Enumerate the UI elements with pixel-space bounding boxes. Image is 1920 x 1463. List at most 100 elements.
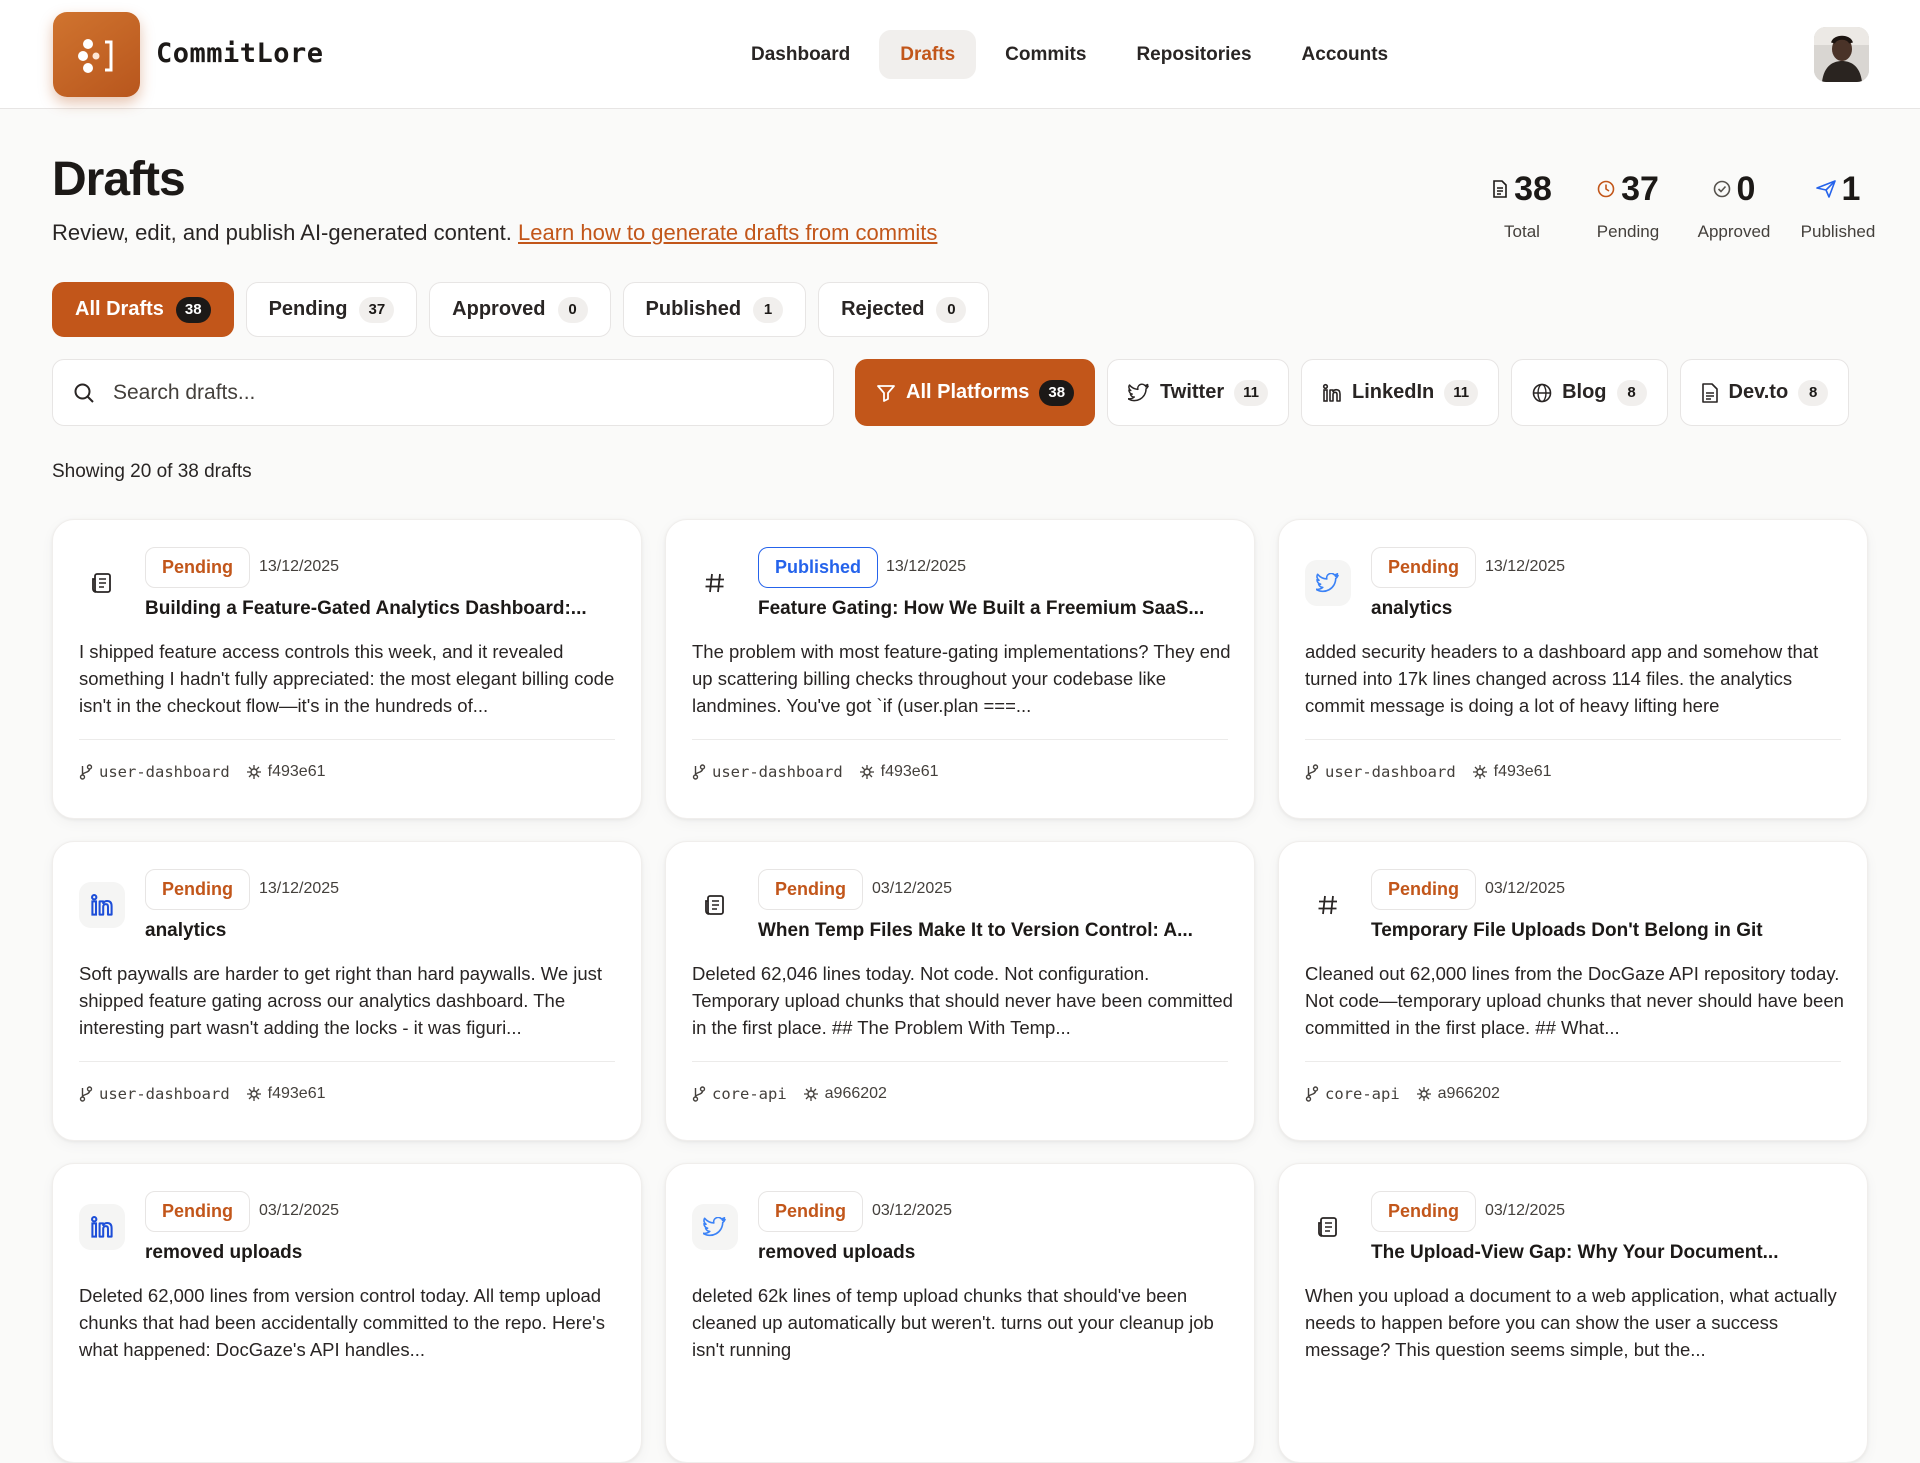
nav-repositories[interactable]: Repositories (1115, 30, 1272, 79)
platform-devto[interactable]: Dev.to 8 (1679, 359, 1850, 426)
draft-meta: user-dashboard f493e61 (692, 763, 939, 781)
stat-total-value: 38 (1514, 169, 1552, 208)
tab-label: Published (645, 298, 742, 320)
draft-title[interactable]: removed uploads (758, 1242, 1228, 1264)
tab-all-drafts[interactable]: All Drafts 38 (52, 282, 234, 337)
status-badge: Pending (145, 1191, 250, 1232)
repo-tag[interactable]: user-dashboard (1305, 763, 1456, 781)
nav-dashboard[interactable]: Dashboard (730, 30, 871, 79)
commit-tag[interactable]: a966202 (803, 1085, 887, 1103)
repo-tag[interactable]: user-dashboard (692, 763, 843, 781)
commit-icon (1472, 765, 1487, 779)
repo-name: user-dashboard (99, 1085, 230, 1103)
commit-icon (246, 765, 261, 779)
hash-icon (1305, 882, 1351, 928)
draft-excerpt: When you upload a document to a web appl… (1305, 1285, 1837, 1360)
search-box[interactable] (52, 359, 834, 426)
draft-date: 13/12/2025 (886, 558, 967, 575)
card-divider (1305, 1061, 1841, 1062)
draft-title[interactable]: analytics (145, 920, 615, 942)
filter-icon (877, 384, 895, 402)
draft-meta: user-dashboard f493e61 (79, 763, 326, 781)
repo-tag[interactable]: core-api (1305, 1085, 1400, 1103)
commit-tag[interactable]: f493e61 (246, 1085, 326, 1103)
repo-name: user-dashboard (712, 763, 843, 781)
nav-accounts[interactable]: Accounts (1281, 30, 1410, 79)
draft-title[interactable]: Building a Feature-Gated Analytics Dashb… (145, 598, 615, 620)
draft-title[interactable]: The Upload-View Gap: Why Your Document..… (1371, 1242, 1841, 1264)
draft-card[interactable]: Pending 13/12/2025 analytics added security… (1278, 519, 1868, 819)
count-badge: 38 (1039, 379, 1075, 406)
subtitle-text: Review, edit, and publish AI-generated c… (52, 220, 512, 245)
branch-icon (692, 764, 706, 780)
hash-icon (692, 560, 738, 606)
repo-tag[interactable]: core-api (692, 1085, 787, 1103)
draft-title[interactable]: When Temp Files Make It to Version Contr… (758, 920, 1228, 942)
draft-excerpt: Soft paywalls are harder to get right th… (79, 963, 603, 1038)
draft-card[interactable]: Published 13/12/2025 Feature Gating: How W… (665, 519, 1255, 819)
repo-tag[interactable]: user-dashboard (79, 1085, 230, 1103)
stat-pending: 37 Pending (1578, 168, 1678, 242)
commit-icon (859, 765, 874, 779)
branch-icon (1305, 764, 1319, 780)
tab-rejected[interactable]: Rejected 0 (818, 282, 990, 337)
draft-date: 03/12/2025 (872, 880, 953, 897)
repo-name: user-dashboard (99, 763, 230, 781)
draft-meta: core-api a966202 (692, 1085, 887, 1103)
search-icon (74, 383, 94, 403)
clock-icon (1597, 180, 1615, 198)
stat-approved-value: 0 (1736, 169, 1756, 208)
stat-published-value: 1 (1841, 169, 1861, 208)
tab-approved[interactable]: Approved 0 (429, 282, 611, 337)
draft-date: 13/12/2025 (259, 558, 340, 575)
draft-card[interactable]: Pending 13/12/2025 Building a Feature-Gate… (52, 519, 642, 819)
draft-title[interactable]: removed uploads (145, 1242, 615, 1264)
branch-icon (79, 1086, 93, 1102)
repo-tag[interactable]: user-dashboard (79, 763, 230, 781)
user-avatar[interactable] (1814, 27, 1869, 82)
draft-title[interactable]: analytics (1371, 598, 1841, 620)
tab-label: All Drafts (75, 298, 164, 320)
nav-commits[interactable]: Commits (984, 30, 1107, 79)
commit-sha: f493e61 (1493, 763, 1552, 780)
draft-meta: user-dashboard f493e61 (79, 1085, 326, 1103)
commit-tag[interactable]: f493e61 (1472, 763, 1552, 781)
status-badge: Pending (758, 1191, 863, 1232)
draft-card[interactable]: Pending 03/12/2025 removed uploads deleted … (665, 1163, 1255, 1463)
draft-card[interactable]: Pending 03/12/2025 Temporary File Uploads … (1278, 841, 1868, 1141)
tab-pending[interactable]: Pending 37 (245, 282, 418, 337)
platform-label: All Platforms (906, 381, 1030, 403)
platform-blog[interactable]: Blog 8 (1511, 359, 1668, 426)
card-divider (79, 739, 615, 740)
app-logo[interactable] (53, 12, 140, 97)
count-badge: 38 (175, 296, 211, 323)
commit-sha: f493e61 (880, 763, 939, 780)
commit-tag[interactable]: f493e61 (859, 763, 939, 781)
draft-date: 03/12/2025 (872, 1202, 953, 1219)
platform-all[interactable]: All Platforms 38 (855, 359, 1096, 426)
platform-twitter[interactable]: Twitter 11 (1107, 359, 1289, 426)
draft-card[interactable]: Pending 03/12/2025 When Temp Files Make It… (665, 841, 1255, 1141)
page-subtitle: Review, edit, and publish AI-generated c… (52, 220, 937, 246)
draft-title[interactable]: Feature Gating: How We Built a Freemium … (758, 598, 1228, 620)
draft-card[interactable]: Pending 03/12/2025 removed uploads Deleted … (52, 1163, 642, 1463)
repo-name: core-api (712, 1085, 787, 1103)
draft-excerpt: I shipped feature access controls this w… (79, 641, 615, 716)
twitter-icon (692, 1204, 738, 1250)
platform-linkedin[interactable]: LinkedIn 11 (1300, 359, 1500, 426)
tab-published[interactable]: Published 1 (622, 282, 807, 337)
commit-tag[interactable]: f493e61 (246, 763, 326, 781)
learn-more-link[interactable]: Learn how to generate drafts from commit… (518, 220, 937, 245)
commit-icon (1416, 1087, 1431, 1101)
top-navigation-bar: CommitLore Dashboard Drafts Commits Repo… (0, 0, 1920, 109)
search-input[interactable] (113, 380, 773, 405)
commit-tag[interactable]: a966202 (1416, 1085, 1500, 1103)
card-divider (1305, 739, 1841, 740)
draft-card[interactable]: Pending 13/12/2025 analytics Soft paywalls … (52, 841, 642, 1141)
page-title: Drafts (52, 153, 186, 206)
draft-title[interactable]: Temporary File Uploads Don't Belong in G… (1371, 920, 1841, 942)
nav-drafts[interactable]: Drafts (879, 30, 977, 79)
commit-icon (803, 1087, 818, 1101)
draft-card[interactable]: Pending 03/12/2025 The Upload-View Gap: Wh… (1278, 1163, 1868, 1463)
linkedin-icon (79, 1204, 125, 1250)
